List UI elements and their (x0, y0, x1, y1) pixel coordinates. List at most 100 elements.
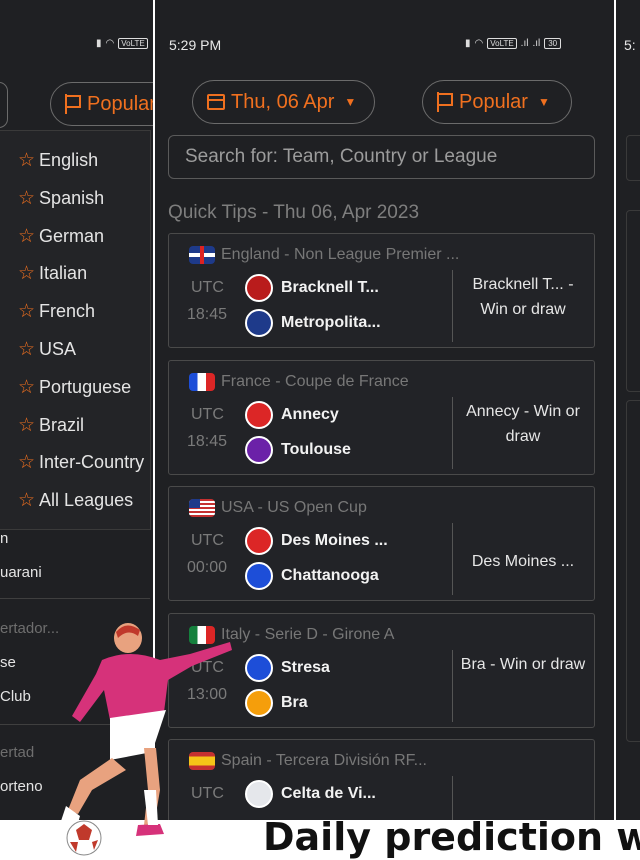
dropdown-item-label: Inter-Country (39, 452, 145, 473)
home-team-name: Annecy (281, 405, 339, 423)
star-icon: ☆ (18, 414, 36, 436)
dropdown-item-label: Italian (39, 263, 88, 284)
away-team-crest-icon (245, 562, 273, 590)
timezone-label: UTC (191, 405, 224, 423)
away-team-crest-icon (245, 435, 273, 464)
dropdown-item[interactable]: ☆ All Leagues (18, 489, 133, 512)
star-icon: ☆ (18, 339, 36, 360)
kickoff-time: 18:45 (187, 432, 228, 450)
date-filter-label: Thu, 06 Apr (231, 90, 335, 113)
promo-banner-text: Daily prediction w (263, 815, 640, 859)
country-flag-icon (189, 372, 215, 391)
dropdown-item[interactable]: ☆ Spanish (18, 187, 104, 210)
flag-icon (65, 94, 81, 114)
battery-icon: 30 (544, 38, 562, 49)
calendar-icon (207, 94, 225, 110)
dropdown-item[interactable]: ☆ English (18, 149, 98, 172)
star-icon: ☆ (18, 452, 36, 474)
home-team: Stresa (245, 653, 330, 682)
away-team: Toulouse (245, 435, 351, 464)
dropdown-item-label: Brazil (39, 414, 85, 435)
dropdown-item-label: English (39, 150, 99, 170)
dropdown-item[interactable]: ☆ Portuguese (18, 376, 131, 399)
dropdown-item[interactable]: ☆ USA (18, 338, 76, 361)
status-time: 5: (624, 37, 636, 53)
card-divider (452, 270, 453, 342)
tip-card[interactable]: England - Non League Premier ... UTC 18:45… (168, 233, 595, 348)
chevron-down-icon: ▼ (344, 95, 357, 109)
card-divider (452, 396, 453, 469)
alarm-icon: ▮ (465, 38, 471, 49)
dropdown-item[interactable]: ☆ German (18, 225, 104, 248)
search-input[interactable]: Search for: Team, Country or League (168, 135, 595, 179)
signal-icon: .ıl (520, 38, 529, 49)
right-phone-screen: 5: (616, 0, 640, 820)
status-icons: ▮ ◠ VoLTE (92, 38, 148, 49)
away-team: Metropolita... (245, 309, 381, 337)
star-icon: ☆ (18, 376, 36, 398)
home-team-name: Des Moines ... (281, 532, 388, 549)
league-name: USA - US Open Cup (221, 499, 367, 516)
list-item[interactable]: orteno (0, 778, 43, 795)
prediction-tip: Annecy - Win or draw (466, 402, 580, 445)
date-filter-button-edge[interactable] (0, 82, 8, 128)
star-icon: ☆ (18, 301, 36, 323)
home-team-crest-icon (245, 274, 273, 302)
volte-icon: VoLTE (487, 38, 517, 49)
league-filter-button[interactable]: Popular ▼ (422, 80, 572, 124)
dropdown-item-label: All Leagues (39, 490, 134, 511)
away-team: Bra (245, 688, 308, 717)
league-name: Spain - Tercera División RF... (221, 752, 427, 769)
footballer-illustration (60, 623, 232, 856)
league-filter-label: Popular (87, 92, 153, 115)
home-team: Des Moines ... (245, 527, 388, 555)
star-icon: ☆ (18, 187, 36, 209)
dropdown-item[interactable]: ☆ French (18, 300, 95, 323)
list-item[interactable]: uarani (0, 564, 42, 581)
kickoff-time: 18:45 (187, 306, 228, 323)
star-icon: ☆ (18, 263, 36, 285)
card-divider (452, 523, 453, 595)
card-divider (452, 649, 453, 722)
search-input-edge[interactable] (626, 135, 640, 181)
away-team-name: Chattanooga (281, 567, 379, 584)
home-team: Celta de Vi... (245, 780, 376, 808)
tip-card[interactable]: USA - US Open Cup UTC 00:00 Des Moines ... C… (168, 486, 595, 601)
card-edge (626, 210, 640, 392)
list-item[interactable]: n (0, 530, 8, 547)
status-time: 5:29 PM (169, 37, 222, 53)
dropdown-item[interactable]: ☆ Inter-Country (18, 451, 144, 474)
away-team-crest-icon (245, 309, 273, 337)
tip-card[interactable]: France - Coupe de France UTC 18:45 Annecy To… (168, 359, 595, 475)
league-header: USA - US Open Cup (189, 499, 367, 517)
away-team: Chattanooga (245, 562, 379, 590)
league-header: England - Non League Premier ... (189, 246, 459, 264)
home-team-crest-icon (245, 400, 273, 429)
list-item[interactable]: ertad (0, 744, 34, 761)
section-title: Quick Tips - Thu 06, Apr 2023 (168, 202, 420, 223)
card-divider (452, 776, 453, 820)
league-filter-button[interactable]: Popular (50, 82, 153, 126)
league-name: France - Coupe de France (221, 372, 409, 390)
star-icon: ☆ (18, 225, 36, 247)
card-edge (626, 400, 640, 742)
prediction-tip: Des Moines ... (471, 553, 575, 570)
timezone-label: UTC (191, 279, 224, 296)
dropdown-item-label: German (39, 225, 105, 246)
country-flag-icon (189, 246, 215, 264)
list-item[interactable]: Club (0, 688, 31, 705)
league-name: England - Non League Premier ... (221, 246, 460, 263)
status-icons: ▮ ◠ VoLTE .ıl .ıl 30 (461, 38, 562, 49)
dropdown-item[interactable]: ☆ Brazil (18, 414, 84, 437)
signal-icon-2: .ıl (532, 38, 541, 49)
wifi-icon: ◠ (474, 38, 484, 49)
date-filter-button[interactable]: Thu, 06 Apr ▼ (192, 80, 375, 124)
dropdown-item[interactable]: ☆ Italian (18, 262, 87, 285)
home-team-name: Bracknell T... (281, 279, 379, 296)
home-team: Annecy (245, 400, 339, 429)
list-item[interactable]: se (0, 654, 16, 671)
home-team: Bracknell T... (245, 274, 379, 302)
dropdown-item-label: Spanish (39, 187, 105, 208)
flag-icon (437, 92, 453, 112)
prediction-tip: Bracknell T... - Win or draw (472, 276, 574, 318)
